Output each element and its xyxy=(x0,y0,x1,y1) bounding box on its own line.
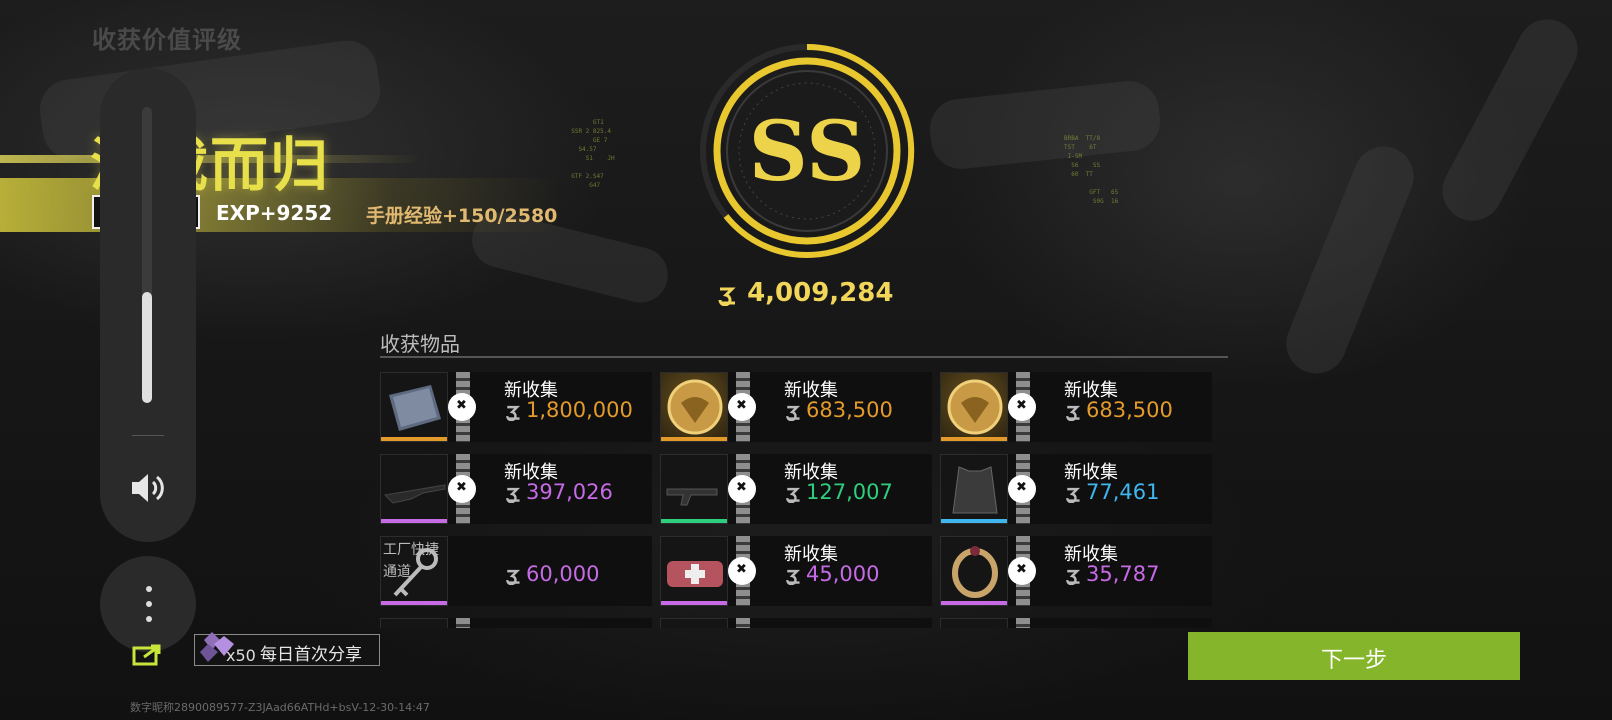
new-badge-icon xyxy=(1008,393,1036,421)
item-value: 683,500 xyxy=(1064,398,1173,422)
dot xyxy=(146,616,152,622)
currency-icon xyxy=(504,402,522,422)
item-thumbnail xyxy=(660,536,728,606)
loot-section-title: 收获物品 xyxy=(380,332,460,356)
item-thumbnail xyxy=(940,372,1008,442)
dot xyxy=(146,601,152,607)
new-badge-icon xyxy=(1008,475,1036,503)
currency-icon xyxy=(784,566,802,586)
item-value: 127,007 xyxy=(784,480,893,504)
item-value: 397,026 xyxy=(504,480,613,504)
loot-item[interactable]: 工厂快捷通道 60,000 xyxy=(380,536,652,606)
rarity-bar xyxy=(381,601,447,605)
total-value-text: 4,009,284 xyxy=(747,278,894,308)
new-badge-icon xyxy=(728,557,756,585)
item-value-text: 397,026 xyxy=(526,480,613,504)
item-value: 77,461 xyxy=(1064,480,1159,504)
player-info: 数字昵称2890089577-Z3JAad66ATHd+bsV-12-30-14… xyxy=(130,701,430,714)
rarity-bar xyxy=(661,601,727,605)
currency-icon xyxy=(504,566,522,586)
next-step-label: 下一步 xyxy=(1320,648,1387,673)
item-thumbnail xyxy=(380,454,448,524)
item-value-text: 127,007 xyxy=(806,480,893,504)
share-text: 每日首次分享 xyxy=(260,645,362,665)
rarity-bar xyxy=(661,519,727,523)
item-thumbnail xyxy=(940,618,1008,628)
loot-item[interactable]: 新收集127,007 xyxy=(660,454,932,524)
item-value-text: 683,500 xyxy=(1086,398,1173,422)
share-icon[interactable] xyxy=(132,644,162,666)
currency-icon xyxy=(1064,566,1082,586)
item-value: 60,000 xyxy=(504,562,599,586)
loot-item[interactable]: 新收集683,500 xyxy=(660,372,932,442)
loot-item[interactable]: 新收集77,461 xyxy=(940,454,1212,524)
item-value-text: 45,000 xyxy=(806,562,880,586)
rarity-bar xyxy=(941,601,1007,605)
loot-item-partial[interactable] xyxy=(940,618,1212,628)
more-options-button[interactable] xyxy=(100,556,196,652)
speaker-icon[interactable] xyxy=(128,468,168,508)
divider xyxy=(380,356,1228,358)
rating-emblem: SS xyxy=(700,44,915,258)
page-title: 收获价值评级 xyxy=(92,26,242,54)
item-thumbnail xyxy=(940,536,1008,606)
loot-item[interactable]: 新收集683,500 xyxy=(940,372,1212,442)
share-reward-count: x50 xyxy=(226,646,256,665)
next-step-button[interactable]: 下一步 xyxy=(1188,632,1520,680)
item-thumbnail xyxy=(660,618,728,628)
item-thumbnail xyxy=(380,618,448,628)
hud-readout: BRBA TT/8 TST 6T I-SM S6 SS 60 TT GFT 65… xyxy=(1064,135,1119,205)
rating-grade: SS xyxy=(749,104,866,200)
item-name: 工厂快捷通道 xyxy=(383,542,439,580)
item-thumbnail xyxy=(940,454,1008,524)
currency-icon xyxy=(1064,484,1082,504)
item-strip xyxy=(1016,618,1030,628)
item-strip xyxy=(456,618,470,628)
total-value: 4,009,284 xyxy=(716,278,893,308)
rarity-bar xyxy=(381,437,447,441)
new-badge-icon xyxy=(728,393,756,421)
item-value: 683,500 xyxy=(784,398,893,422)
new-badge-icon xyxy=(728,475,756,503)
dot xyxy=(146,586,152,592)
loot-item-partial[interactable] xyxy=(380,618,652,628)
item-value-text: 683,500 xyxy=(806,398,893,422)
item-value: 1,800,000 xyxy=(504,398,633,422)
loot-item[interactable]: 新收集1,800,000 xyxy=(380,372,652,442)
item-thumbnail xyxy=(380,372,448,442)
currency-icon xyxy=(784,484,802,504)
item-strip xyxy=(736,618,750,628)
exp-gain: EXP+9252 xyxy=(216,201,333,225)
currency-icon xyxy=(1064,402,1082,422)
rarity-bar xyxy=(381,519,447,523)
new-badge-icon xyxy=(448,393,476,421)
new-badge-icon xyxy=(448,475,476,503)
currency-icon xyxy=(504,484,522,504)
rarity-bar xyxy=(661,437,727,441)
loot-item[interactable]: 新收集397,026 xyxy=(380,454,652,524)
currency-icon xyxy=(784,402,802,422)
currency-icon xyxy=(716,283,738,306)
loot-item-partial[interactable] xyxy=(660,618,932,628)
volume-level xyxy=(142,292,152,403)
hud-readout: GT1 SSR 2 825.4 GE 7 S4.57 S1 JH GTF 2.S… xyxy=(571,119,615,189)
item-value: 45,000 xyxy=(784,562,879,586)
new-badge-icon xyxy=(1008,557,1036,585)
loot-grid[interactable]: 新收集1,800,000新收集683,500新收集683,500新收集397,0… xyxy=(380,372,1230,628)
item-thumbnail xyxy=(660,372,728,442)
item-value-text: 1,800,000 xyxy=(526,398,633,422)
item-thumbnail xyxy=(660,454,728,524)
item-value: 35,787 xyxy=(1064,562,1159,586)
rarity-bar xyxy=(941,437,1007,441)
item-value-text: 60,000 xyxy=(526,562,600,586)
item-value-text: 77,461 xyxy=(1086,480,1160,504)
loot-item[interactable]: 新收集35,787 xyxy=(940,536,1212,606)
item-thumbnail: 工厂快捷通道 xyxy=(380,536,448,606)
divider xyxy=(132,435,164,436)
item-value-text: 35,787 xyxy=(1086,562,1160,586)
handbook-exp: 手册经验+150/2580 xyxy=(366,205,558,227)
loot-item[interactable]: 新收集45,000 xyxy=(660,536,932,606)
rarity-bar xyxy=(941,519,1007,523)
